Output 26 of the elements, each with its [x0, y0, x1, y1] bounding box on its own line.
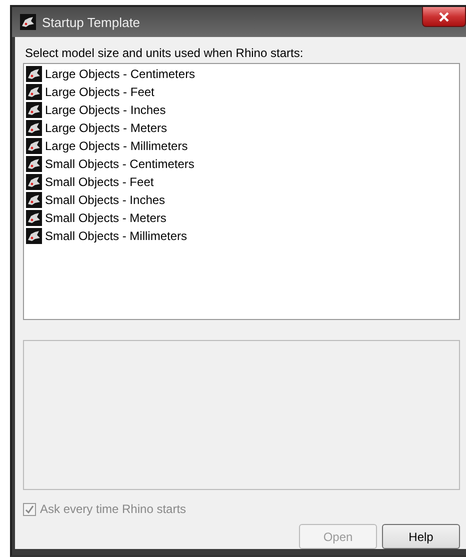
close-icon [439, 12, 449, 22]
rhino-icon [26, 174, 42, 190]
prompt-text: Select model size and units used when Rhino starts: [25, 46, 304, 60]
rhino-icon [26, 156, 42, 172]
rhino-icon [26, 192, 42, 208]
template-label[interactable]: Large Objects - Centimeters [45, 67, 196, 81]
template-label[interactable]: Large Objects - Inches [45, 103, 166, 117]
template-label[interactable]: Large Objects - Feet [45, 85, 154, 99]
rhino-icon [26, 102, 42, 118]
close-button[interactable] [422, 7, 466, 27]
template-label[interactable]: Large Objects - Millimeters [45, 139, 188, 153]
template-label[interactable]: Small Objects - Inches [45, 193, 166, 207]
rhino-icon [26, 120, 42, 136]
dialog-button[interactable]: Help [382, 524, 460, 549]
rhino-icon [20, 14, 36, 30]
template-label[interactable]: Small Objects - Meters [45, 211, 166, 225]
rhino-icon [26, 138, 42, 154]
template-label[interactable]: Small Objects - Feet [45, 175, 154, 189]
template-label[interactable]: Small Objects - Centimeters [45, 157, 194, 171]
rhino-icon [26, 210, 42, 226]
rhino-icon [26, 228, 42, 244]
window-title: Startup Template [42, 14, 140, 30]
rhino-icon [26, 84, 42, 100]
template-label[interactable]: Small Objects - Millimeters [45, 229, 188, 243]
template-label[interactable]: Large Objects - Meters [45, 121, 168, 135]
rhino-icon [26, 66, 42, 82]
